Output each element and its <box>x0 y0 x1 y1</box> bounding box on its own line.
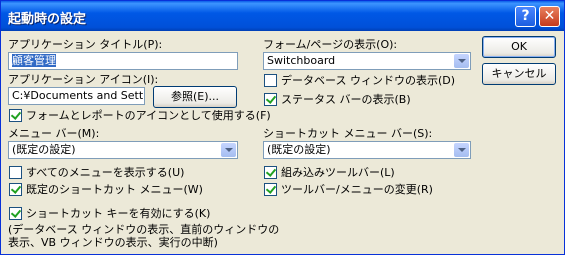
special-keys-label: ショートカット キーを有効にする(K) <box>26 207 211 220</box>
show-status-bar-label: ステータス バーの表示(B) <box>281 93 411 106</box>
special-keys-note-1: (データベース ウィンドウの表示、直前のウィンドウの <box>8 223 280 236</box>
close-button[interactable]: ✕ <box>539 6 560 27</box>
browse-button[interactable]: 参照(E)... <box>153 86 237 108</box>
special-keys-checkbox[interactable] <box>9 207 22 220</box>
window-title: 起動時の設定 <box>8 12 87 27</box>
toolbar-menu-changes-label: ツールバー/メニューの変更(R) <box>281 183 433 196</box>
chevron-down-icon[interactable] <box>454 143 469 157</box>
shortcut-menu-bar-value: (既定の設定) <box>267 143 331 156</box>
show-status-bar-checkbox[interactable] <box>264 93 277 106</box>
form-page-select[interactable]: Switchboard <box>263 52 471 70</box>
special-keys-note-2: 表示、VB ウィンドウの表示、実行の中断) <box>8 236 218 249</box>
app-title-value: 顧客管理 <box>12 54 56 67</box>
show-all-menus-label: すべてのメニューを表示する(U) <box>26 166 185 179</box>
menu-bar-label: メニュー バー(M): <box>8 127 100 140</box>
shortcut-menu-bar-select[interactable]: (既定の設定) <box>263 141 471 159</box>
special-keys-row[interactable]: ショートカット キーを有効にする(K) <box>9 207 249 221</box>
show-all-menus-row[interactable]: すべてのメニューを表示する(U) <box>9 166 239 180</box>
title-bar: 起動時の設定 ? ✕ <box>1 1 564 31</box>
chevron-down-icon[interactable] <box>454 54 469 68</box>
app-icon-value: C:¥Documents and Settings <box>12 89 144 102</box>
help-button[interactable]: ? <box>515 6 536 27</box>
use-icon-checkbox[interactable] <box>9 109 22 122</box>
menu-bar-value: (既定の設定) <box>12 143 76 156</box>
default-shortcut-menu-row[interactable]: 既定のショートカット メニュー(W) <box>9 183 239 197</box>
ok-button[interactable]: OK <box>482 36 556 58</box>
toolbar-menu-changes-checkbox[interactable] <box>264 183 277 196</box>
show-all-menus-checkbox[interactable] <box>9 166 22 179</box>
default-shortcut-menu-checkbox[interactable] <box>9 183 22 196</box>
show-db-window-label: データベース ウィンドウの表示(D) <box>281 74 455 87</box>
builtin-toolbars-label: 組み込みツールバー(L) <box>281 166 395 179</box>
use-icon-row[interactable]: フォームとレポートのアイコンとして使用する(F) <box>9 109 271 123</box>
app-icon-label: アプリケーション アイコン(I): <box>8 73 159 86</box>
form-page-label: フォーム/ページの表示(O): <box>263 38 398 51</box>
app-title-input[interactable]: 顧客管理 <box>8 52 238 70</box>
builtin-toolbars-row[interactable]: 組み込みツールバー(L) <box>264 166 469 180</box>
show-db-window-checkbox[interactable] <box>264 74 277 87</box>
use-icon-label: フォームとレポートのアイコンとして使用する(F) <box>26 109 271 122</box>
show-status-bar-row[interactable]: ステータス バーの表示(B) <box>264 93 469 107</box>
toolbar-menu-changes-row[interactable]: ツールバー/メニューの変更(R) <box>264 183 469 197</box>
app-title-label: アプリケーション タイトル(P): <box>8 38 163 51</box>
builtin-toolbars-checkbox[interactable] <box>264 166 277 179</box>
cancel-button[interactable]: キャンセル <box>482 63 556 85</box>
default-shortcut-menu-label: 既定のショートカット メニュー(W) <box>26 183 203 196</box>
menu-bar-select[interactable]: (既定の設定) <box>8 141 238 159</box>
show-db-window-row[interactable]: データベース ウィンドウの表示(D) <box>264 74 469 88</box>
chevron-down-icon[interactable] <box>221 143 236 157</box>
shortcut-menu-bar-label: ショートカット メニュー バー(S): <box>263 127 433 140</box>
form-page-value: Switchboard <box>267 54 336 67</box>
app-icon-input[interactable]: C:¥Documents and Settings <box>8 87 145 105</box>
startup-dialog: 起動時の設定 ? ✕ アプリケーション タイトル(P): 顧客管理 アプリケーシ… <box>0 0 565 255</box>
